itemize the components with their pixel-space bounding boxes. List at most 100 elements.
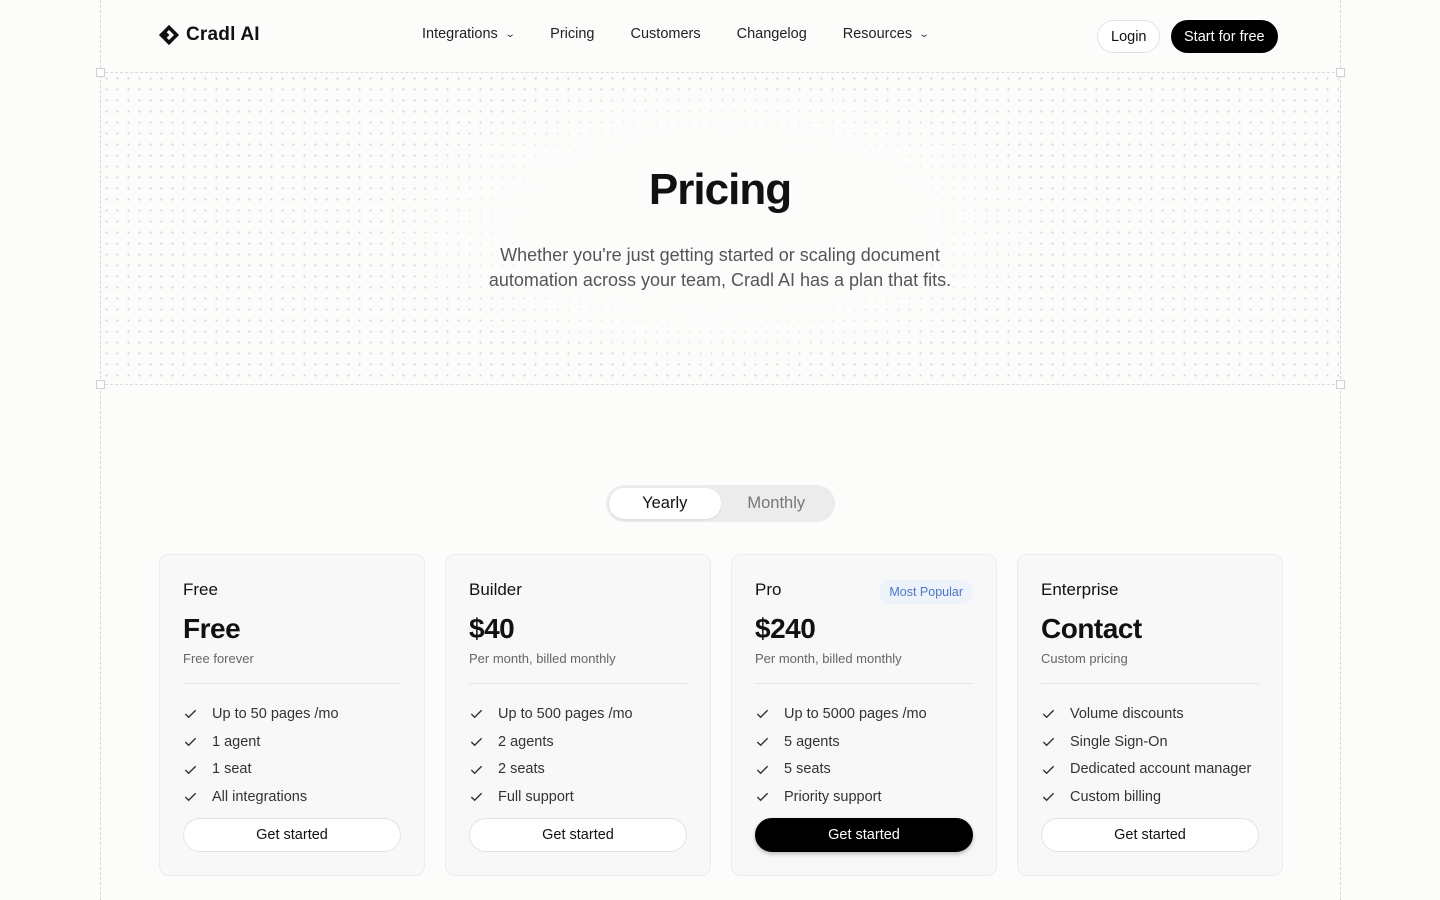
page-subtitle: Whether you're just getting started or s… [488, 245, 952, 290]
nav-item-pricing[interactable]: Pricing [550, 26, 594, 42]
get-started-button[interactable]: Get started [755, 818, 973, 852]
plan-feature: Single Sign-On [1041, 728, 1272, 756]
plan-feature: Up to 5000 pages /mo [755, 700, 986, 728]
nav-item-label: Changelog [736, 26, 807, 42]
plan-feature-label: 2 seats [498, 761, 545, 778]
nav-item-label: Customers [630, 26, 701, 42]
chevron-down-icon: ⌄ [504, 28, 516, 40]
frame-guide-bottom [100, 384, 1340, 385]
plan-card-free: Free Free Free forever Up to 50 pages /m… [159, 554, 425, 876]
check-icon [184, 737, 197, 747]
brand-name: Cradl AI [186, 24, 260, 45]
plan-feature-label: Full support [498, 788, 574, 805]
check-icon [470, 765, 483, 774]
main-nav: Integrations ⌄ Pricing Customers Changel… [422, 26, 930, 42]
get-started-button[interactable]: Get started [183, 818, 401, 852]
plan-feature: Up to 50 pages /mo [183, 700, 414, 728]
site-header: Cradl AI Integrations ⌄ Pricing Customer… [100, 0, 1340, 72]
plan-feature-label: Up to 5000 pages /mo [784, 705, 927, 722]
plan-feature-label: Dedicated account manager [1070, 761, 1252, 778]
plan-feature: 5 seats [755, 755, 986, 783]
hero-section: Pricing Whether you're just getting star… [101, 73, 1339, 384]
plan-card-pro: Pro Most Popular $240 Per month, billed … [731, 554, 997, 876]
plan-feature: Up to 500 pages /mo [469, 700, 700, 728]
plan-feature: Full support [469, 783, 700, 811]
card-divider [469, 683, 687, 684]
nav-item-integrations[interactable]: Integrations ⌄ [422, 26, 516, 42]
check-icon [756, 710, 769, 719]
check-icon [1042, 793, 1055, 802]
plan-feature-label: 2 agents [498, 733, 554, 750]
plan-feature-label: Up to 50 pages /mo [212, 705, 339, 722]
cradl-logo-icon [158, 24, 180, 46]
frame-guide-right [1340, 0, 1341, 900]
card-divider [1041, 683, 1259, 684]
nav-item-changelog[interactable]: Changelog [737, 26, 807, 42]
plan-feature: 5 agents [755, 728, 986, 756]
nav-item-customers[interactable]: Customers [631, 26, 701, 42]
billing-option-monthly[interactable]: Monthly [721, 488, 833, 519]
plan-feature-list: Up to 50 pages /mo 1 agent 1 seat All in… [183, 700, 414, 811]
plan-feature: Priority support [755, 783, 986, 811]
check-icon [470, 793, 483, 802]
plan-feature-list: Up to 5000 pages /mo 5 agents 5 seats Pr… [755, 700, 986, 811]
plan-card-builder: Builder $40 Per month, billed monthly Up… [445, 554, 711, 876]
plan-feature-label: Volume discounts [1070, 705, 1184, 722]
plan-feature: Dedicated account manager [1041, 755, 1272, 783]
nav-item-label: Pricing [550, 26, 595, 42]
plan-feature-label: Custom billing [1070, 788, 1162, 805]
get-started-button[interactable]: Get started [1041, 818, 1259, 852]
plan-feature-label: 5 agents [784, 733, 840, 750]
plan-price: $240 [755, 613, 816, 644]
chevron-down-icon: ⌄ [918, 28, 930, 40]
plan-price-note: Per month, billed monthly [469, 651, 616, 666]
plan-price-note: Free forever [183, 651, 254, 666]
check-icon [184, 765, 197, 774]
plan-feature-label: 5 seats [784, 761, 831, 778]
check-icon [756, 765, 769, 774]
plan-name: Enterprise [1041, 580, 1119, 599]
check-icon [1042, 737, 1055, 747]
most-popular-badge: Most Popular [879, 580, 973, 604]
pricing-cards: Free Free Free forever Up to 50 pages /m… [159, 554, 1283, 876]
plan-feature-label: Up to 500 pages /mo [498, 705, 633, 722]
plan-feature: 2 agents [469, 728, 700, 756]
plan-feature-list: Up to 500 pages /mo 2 agents 2 seats Ful… [469, 700, 700, 811]
plan-feature-list: Volume discounts Single Sign-On Dedicate… [1041, 700, 1272, 811]
check-icon [1042, 765, 1055, 774]
plan-feature-label: 1 agent [212, 733, 261, 750]
check-icon [184, 710, 197, 719]
plan-feature-label: 1 seat [212, 761, 252, 778]
nav-item-resources[interactable]: Resources ⌄ [842, 26, 930, 42]
plan-name: Pro [755, 580, 782, 599]
billing-toggle: Yearly Monthly [606, 485, 835, 522]
plan-name: Free [183, 580, 218, 599]
check-icon [470, 737, 483, 747]
brand-logo[interactable]: Cradl AI [158, 24, 260, 46]
plan-feature: Custom billing [1041, 783, 1272, 811]
plan-price: Contact [1041, 613, 1142, 644]
start-for-free-button[interactable]: Start for free [1171, 20, 1278, 53]
plan-feature: 1 seat [183, 755, 414, 783]
check-icon [756, 737, 769, 747]
plan-feature: All integrations [183, 783, 414, 811]
check-icon [756, 793, 769, 802]
plan-feature: 2 seats [469, 755, 700, 783]
billing-option-yearly[interactable]: Yearly [609, 488, 721, 519]
plan-name: Builder [469, 580, 522, 599]
plan-feature: 1 agent [183, 728, 414, 756]
plan-price-note: Custom pricing [1041, 651, 1128, 666]
check-icon [470, 710, 483, 719]
card-divider [183, 683, 401, 684]
page-title: Pricing [648, 165, 792, 214]
plan-feature-label: All integrations [212, 788, 308, 805]
plan-price-note: Per month, billed monthly [755, 651, 902, 666]
plan-feature-label: Single Sign-On [1070, 733, 1168, 750]
nav-item-label: Resources [842, 26, 913, 42]
login-button[interactable]: Login [1097, 20, 1161, 53]
get-started-button[interactable]: Get started [469, 818, 687, 852]
nav-item-label: Integrations [422, 26, 498, 42]
plan-price: $40 [469, 613, 515, 644]
plan-card-enterprise: Enterprise Contact Custom pricing Volume… [1017, 554, 1283, 876]
card-divider [755, 683, 973, 684]
